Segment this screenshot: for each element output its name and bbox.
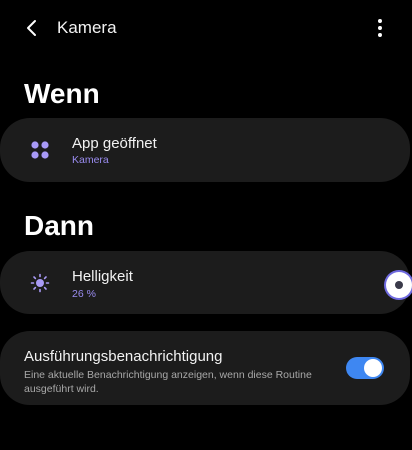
apps-grid-icon [28, 138, 52, 162]
edge-panel-handle[interactable] [386, 272, 412, 298]
top-app-bar: Kamera [0, 0, 412, 58]
chevron-left-icon [27, 20, 36, 36]
edge-handle-dot-icon [395, 281, 403, 289]
when-card-subtitle: Kamera [72, 154, 109, 166]
notification-title: Ausführungsbenachrichtigung [24, 348, 223, 365]
then-card-title: Helligkeit [72, 268, 133, 285]
more-vertical-icon [378, 19, 382, 37]
notification-card[interactable]: Ausführungsbenachrichtigung Eine aktuell… [0, 331, 410, 405]
section-heading-then: Dann [24, 210, 94, 241]
more-options-button[interactable] [368, 14, 392, 42]
section-heading-when: Wenn [24, 78, 100, 109]
when-condition-card[interactable]: App geöffnet Kamera [0, 118, 410, 182]
notification-description: Eine aktuelle Benachrichtigung anzeigen,… [24, 369, 312, 395]
when-card-title: App geöffnet [72, 135, 157, 152]
page-title: Kamera [57, 18, 117, 37]
notification-toggle[interactable] [346, 357, 384, 379]
then-action-card[interactable]: Helligkeit 26 % [0, 251, 410, 314]
brightness-icon [28, 271, 52, 295]
then-card-subtitle: 26 % [72, 288, 96, 300]
toggle-knob [364, 359, 382, 377]
back-button[interactable] [18, 14, 46, 42]
